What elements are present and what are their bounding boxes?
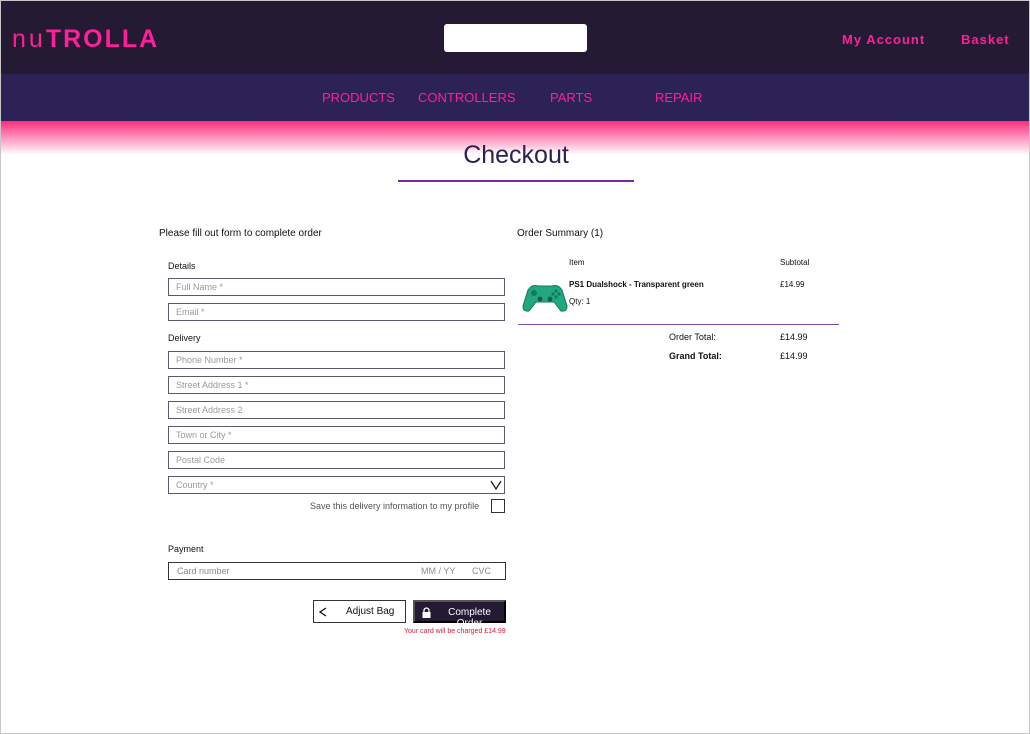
card-input[interactable]: Card number MM / YY CVC: [168, 562, 506, 580]
delivery-heading: Delivery: [168, 333, 201, 343]
nav-item-repair[interactable]: REPAIR: [655, 90, 702, 105]
street-address-1-field[interactable]: [168, 376, 505, 394]
subtotal-column-header: Subtotal: [780, 258, 810, 267]
country-select[interactable]: Country *: [168, 476, 505, 494]
grand-total-label: Grand Total:: [669, 351, 722, 361]
payment-heading: Payment: [168, 544, 204, 554]
site-logo[interactable]: nuTROLLA: [12, 25, 159, 54]
email-field[interactable]: [168, 303, 505, 321]
street-address-2-field[interactable]: [168, 401, 505, 419]
adjust-bag-button[interactable]: Adjust Bag: [313, 600, 406, 623]
card-number-placeholder: Card number: [177, 566, 230, 576]
save-info-checkbox[interactable]: [491, 499, 505, 513]
card-expiry-placeholder: MM / YY: [421, 566, 456, 576]
item-name[interactable]: PS1 Dualshock - Transparent green: [569, 280, 704, 289]
complete-order-button[interactable]: Complete Order: [413, 600, 506, 629]
chevron-left-icon: [319, 607, 327, 617]
card-cvc-placeholder: CVC: [472, 566, 492, 576]
charge-note: Your card will be charged £14.99: [404, 628, 506, 635]
search-input[interactable]: [444, 24, 587, 52]
order-total-label: Order Total:: [669, 332, 716, 342]
item-subtotal: £14.99: [780, 280, 805, 289]
complete-order-label: Complete Order: [448, 607, 491, 629]
grand-total-value: £14.99: [780, 351, 808, 361]
main-nav: PRODUCTS CONTROLLERS PARTS REPAIR: [1, 74, 1029, 121]
nav-item-parts[interactable]: PARTS: [550, 90, 592, 105]
full-name-field[interactable]: [168, 278, 505, 296]
item-quantity: Qty: 1: [569, 297, 591, 306]
nav-item-controllers[interactable]: CONTROLLERS: [418, 90, 516, 105]
order-summary-heading: Order Summary (1): [517, 228, 604, 239]
summary-divider: [518, 324, 839, 325]
chevron-down-icon: [490, 480, 502, 491]
town-city-field[interactable]: [168, 426, 505, 444]
nav-item-products[interactable]: PRODUCTS: [322, 90, 395, 105]
title-underline: [398, 180, 634, 182]
order-total-value: £14.99: [780, 332, 808, 342]
phone-field[interactable]: [168, 351, 505, 369]
logo-light-text: nu: [12, 25, 46, 53]
logo-bold-text: TROLLA: [45, 25, 160, 53]
details-heading: Details: [168, 261, 196, 271]
item-column-header: Item: [569, 258, 585, 267]
page-title: Checkout: [463, 141, 569, 169]
postal-code-field[interactable]: [168, 451, 505, 469]
country-select-value: Country *: [176, 480, 214, 490]
page-frame: nuTROLLA My Account Basket PRODUCTS CONT…: [0, 0, 1030, 734]
my-account-link[interactable]: My Account: [842, 32, 925, 47]
basket-link[interactable]: Basket: [961, 32, 1010, 47]
lock-icon: [422, 607, 431, 618]
product-thumbnail[interactable]: [522, 280, 568, 314]
top-header: nuTROLLA My Account Basket: [1, 1, 1029, 74]
adjust-bag-label: Adjust Bag: [346, 606, 395, 617]
save-info-label: Save this delivery information to my pro…: [310, 501, 480, 511]
form-intro: Please fill out form to complete order: [159, 228, 322, 239]
